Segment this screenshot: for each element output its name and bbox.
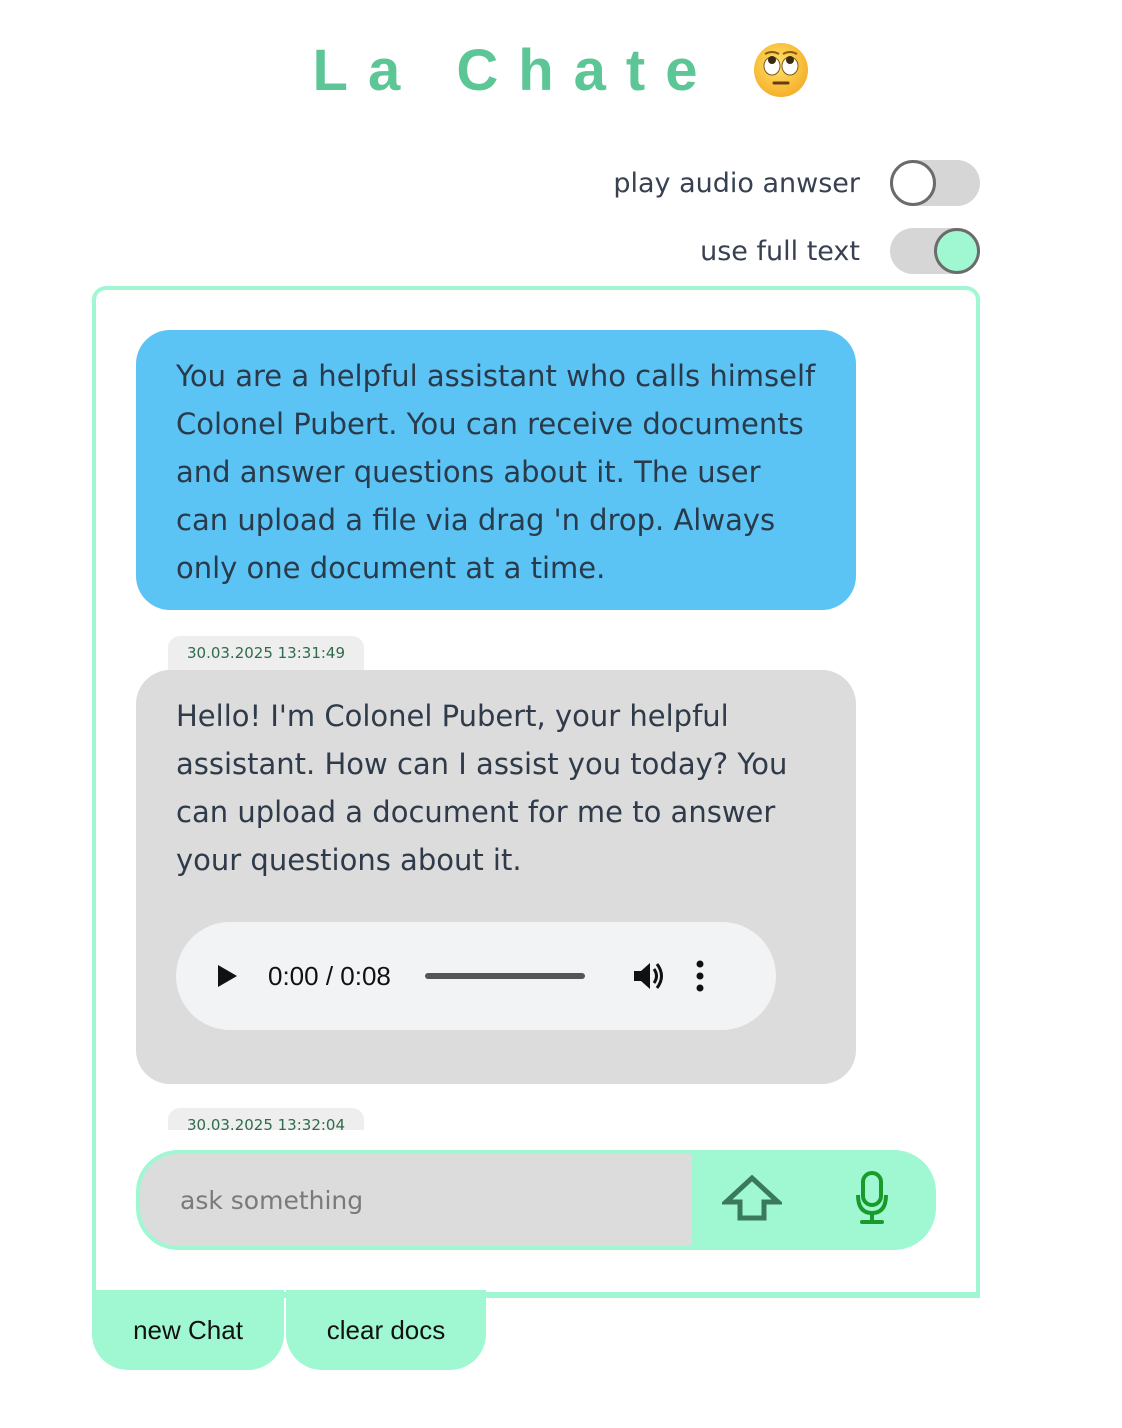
microphone-icon bbox=[856, 1171, 888, 1229]
audio-player: 0:00 / 0:08 bbox=[176, 922, 776, 1030]
toggle-knob bbox=[890, 160, 936, 206]
record-audio-button[interactable] bbox=[812, 1154, 932, 1246]
more-options-icon[interactable] bbox=[695, 959, 705, 993]
full-text-setting: use full text bbox=[700, 226, 980, 276]
clear-docs-button[interactable]: clear docs bbox=[286, 1290, 486, 1370]
app-header: La Chate bbox=[0, 30, 1122, 110]
assistant-message-bubble: Hello! I'm Colonel Pubert, your helpful … bbox=[136, 670, 856, 1084]
message-timestamp: 30.03.2025 13:32:04 bbox=[168, 1108, 364, 1130]
play-audio-setting: play audio anwser bbox=[613, 158, 980, 208]
arrow-up-icon bbox=[719, 1174, 785, 1226]
new-chat-button[interactable]: new Chat bbox=[92, 1290, 284, 1370]
play-icon[interactable] bbox=[216, 961, 246, 991]
assistant-message-text: Hello! I'm Colonel Pubert, your helpful … bbox=[176, 699, 788, 877]
app-title: La Chate bbox=[312, 37, 718, 103]
send-button[interactable] bbox=[692, 1154, 812, 1246]
play-audio-toggle[interactable] bbox=[890, 160, 980, 206]
full-text-label: use full text bbox=[700, 235, 860, 267]
audio-seek-bar[interactable] bbox=[424, 973, 585, 979]
message-composer bbox=[136, 1150, 936, 1250]
audio-time: 0:00 / 0:08 bbox=[268, 961, 391, 991]
chat-window[interactable]: You are a helpful assistant who calls hi… bbox=[92, 286, 980, 1298]
system-message-bubble: You are a helpful assistant who calls hi… bbox=[136, 330, 856, 610]
volume-icon[interactable] bbox=[631, 958, 667, 994]
full-text-toggle[interactable] bbox=[890, 228, 980, 274]
toggle-knob bbox=[934, 228, 980, 274]
message-input[interactable] bbox=[140, 1154, 692, 1246]
face-with-rolling-eyes-icon bbox=[753, 42, 809, 98]
play-audio-label: play audio anwser bbox=[613, 167, 860, 199]
message-timestamp: 30.03.2025 13:31:49 bbox=[168, 636, 364, 670]
system-message-text: You are a helpful assistant who calls hi… bbox=[176, 359, 816, 585]
